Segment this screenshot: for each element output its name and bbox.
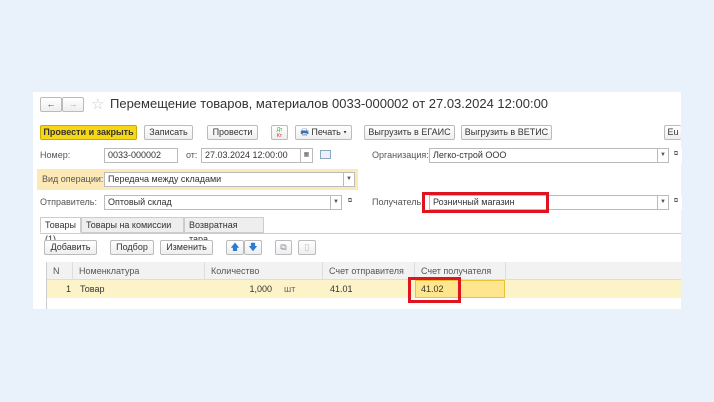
row-item[interactable]: Товар (80, 280, 105, 298)
org-field[interactable]: Легко-строй ООО (429, 148, 658, 163)
add-button[interactable]: Добавить (44, 240, 97, 255)
post-button[interactable]: Провести (207, 125, 258, 140)
sender-label: Отправитель: (40, 197, 97, 207)
sender-dropdown-icon[interactable]: ▼ (330, 195, 342, 210)
sender-open-icon[interactable]: ⧉ (344, 195, 356, 210)
org-open-icon[interactable]: ⧉ (670, 148, 682, 163)
recipient-open-icon[interactable]: ⧉ (670, 195, 682, 210)
date-field[interactable]: 27.03.2024 12:00:00 (201, 148, 301, 163)
forward-button[interactable]: → (62, 97, 84, 112)
row-n: 1 (65, 284, 71, 294)
printer-icon: 🖶 (300, 127, 309, 137)
row-quantity[interactable]: 1,000 (205, 280, 272, 298)
paste-icon[interactable]: ▯ (298, 240, 316, 255)
org-label: Организация: (372, 150, 429, 160)
star-icon[interactable]: ☆ (91, 95, 104, 113)
sender-field[interactable]: Оптовый склад (104, 195, 331, 210)
back-button[interactable]: ← (40, 97, 62, 112)
date-label: от: (186, 150, 198, 160)
post-and-close-button[interactable]: Провести и закрыть (40, 125, 137, 140)
tab-returnable-packaging[interactable]: Возвратная тара (184, 217, 264, 244)
operation-label: Вид операции: (42, 174, 104, 184)
operation-dropdown-icon[interactable]: ▼ (343, 172, 355, 187)
account-highlight-box (408, 277, 461, 303)
print-label: Печать (311, 127, 341, 137)
recipient-label: Получатель: (372, 197, 424, 207)
number-label: Номер: (40, 150, 71, 160)
header-quantity[interactable]: Количество (205, 262, 323, 280)
row-sender-account[interactable]: 41.01 (330, 280, 353, 298)
row-unit: шт (284, 284, 296, 294)
org-dropdown-icon[interactable]: ▼ (657, 148, 669, 163)
egais-button[interactable]: Выгрузить в ЕГАИС (364, 125, 455, 140)
dt-kt-button[interactable]: Дт Кт (271, 125, 288, 140)
header-sender-account[interactable]: Счет отправителя (323, 262, 415, 280)
tab-commission-goods[interactable]: Товары на комиссии (81, 217, 184, 233)
recipient-dropdown-icon[interactable]: ▼ (657, 195, 669, 210)
tabs-divider (40, 233, 681, 234)
page-title: Перемещение товаров, материалов 0033-000… (110, 96, 549, 111)
print-button[interactable]: 🖶 Печать ▾ (295, 125, 352, 140)
vetis-button[interactable]: Выгрузить в ВЕТИС (461, 125, 552, 140)
number-field[interactable]: 0033-000002 (104, 148, 178, 163)
copy-icon[interactable]: ⧉ (275, 240, 292, 255)
header-n[interactable]: N (47, 262, 73, 280)
kt-icon: Кт (276, 133, 283, 139)
tab-goods[interactable]: Товары (1) (40, 217, 81, 244)
move-down-icon[interactable]: 🡇 (244, 240, 262, 255)
operation-field[interactable]: Передача между складами (104, 172, 344, 187)
move-up-icon[interactable]: 🡅 (226, 240, 244, 255)
recipient-highlight-box (422, 192, 549, 213)
more-button[interactable]: Eu (664, 125, 681, 140)
edit-number-icon[interactable] (320, 150, 331, 159)
pick-button[interactable]: Подбор (110, 240, 154, 255)
edit-button[interactable]: Изменить (160, 240, 213, 255)
header-item[interactable]: Номенклатура (73, 262, 205, 280)
save-button[interactable]: Записать (144, 125, 193, 140)
calendar-icon[interactable]: ▦ (300, 148, 313, 163)
table-row[interactable] (47, 280, 681, 298)
